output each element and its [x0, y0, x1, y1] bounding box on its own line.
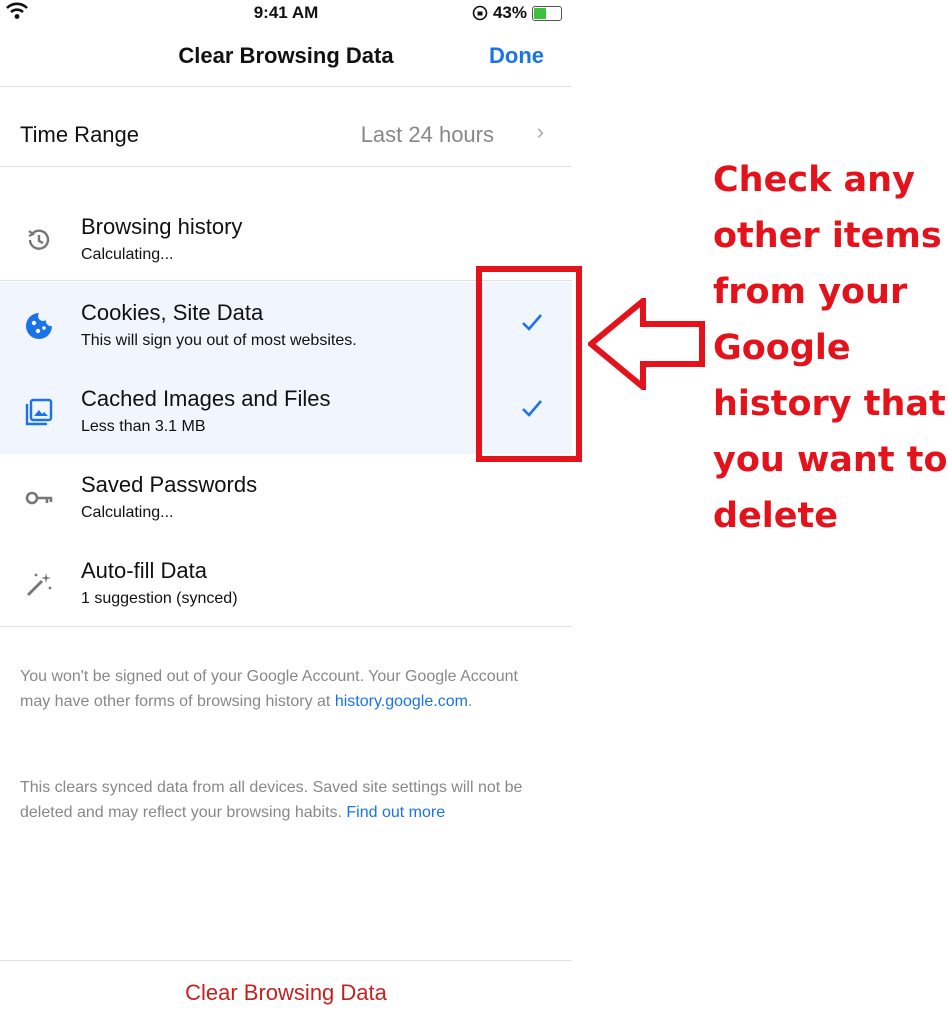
clear-browsing-data-button[interactable]: Clear Browsing Data: [0, 980, 572, 1006]
option-title: Cached Images and Files: [81, 386, 331, 411]
key-icon: [24, 483, 54, 513]
annotation-line: Check any: [713, 160, 915, 200]
annotation-text: Check any other items from your Google h…: [713, 152, 948, 544]
option-subtitle: Calculating...: [81, 504, 174, 521]
orientation-lock-icon: [472, 5, 488, 21]
battery-indicator: 43%: [472, 3, 562, 23]
option-title: Browsing history: [81, 214, 243, 239]
history-icon: [24, 225, 54, 255]
saved-passwords-option[interactable]: Saved Passwords Calculating...: [0, 454, 572, 541]
option-title: Saved Passwords: [81, 472, 258, 497]
annotation-line: history that: [713, 384, 946, 424]
annotation-arrow-icon: [586, 294, 706, 395]
account-note-end: .: [467, 693, 473, 710]
history-link[interactable]: history.google.com: [335, 693, 468, 710]
status-bar: 9:41 AM 43%: [0, 0, 572, 28]
option-subtitle: Calculating...: [81, 246, 174, 263]
page-title: Clear Browsing Data: [178, 43, 394, 68]
annotation-line: delete: [713, 496, 838, 536]
time-range-row[interactable]: Time Range Last 24 hours ›: [0, 92, 572, 167]
navigation-bar: Clear Browsing Data Done: [0, 28, 572, 87]
chevron-right-icon: ›: [536, 119, 544, 144]
option-title: Cookies, Site Data: [81, 300, 264, 325]
sync-note: This clears synced data from all devices…: [20, 775, 550, 825]
option-title: Auto-fill Data: [81, 558, 207, 583]
magic-wand-icon: [24, 569, 54, 599]
annotation-line: you want to: [713, 440, 948, 480]
battery-percent: 43%: [492, 3, 527, 22]
done-button[interactable]: Done: [489, 43, 544, 69]
phone-screen: 9:41 AM 43% Clear Browsing Data Done Tim…: [0, 0, 572, 1024]
account-note: You won't be signed out of your Google A…: [20, 664, 550, 714]
find-out-more-link[interactable]: Find out more: [346, 804, 445, 821]
time-range-value: Last 24 hours: [360, 122, 494, 147]
battery-icon: [532, 5, 562, 21]
option-subtitle: This will sign you out of most websites.: [81, 332, 357, 349]
annotation-line: Google: [713, 328, 851, 368]
annotation-line: from your: [713, 272, 908, 312]
annotation-highlight-box: [476, 266, 582, 462]
option-subtitle: 1 suggestion (synced): [81, 590, 238, 607]
annotation-line: other items: [713, 216, 942, 256]
option-subtitle: Less than 3.1 MB: [81, 418, 206, 435]
bottom-toolbar: Clear Browsing Data: [0, 960, 572, 1024]
cookie-icon: [24, 311, 54, 341]
image-icon: [24, 397, 54, 427]
time-range-label: Time Range: [20, 122, 140, 147]
autofill-data-option[interactable]: Auto-fill Data 1 suggestion (synced): [0, 540, 572, 627]
sync-note-text: This clears synced data from all devices…: [20, 779, 523, 821]
